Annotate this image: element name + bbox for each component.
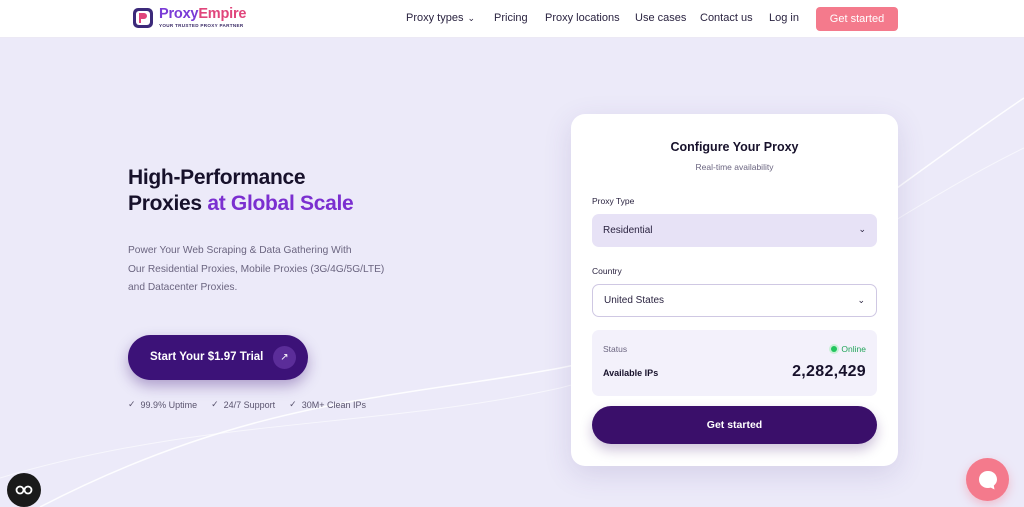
logo-mark-icon: [133, 8, 153, 28]
card-subtitle: Real-time availability: [695, 162, 774, 172]
proxy-type-select[interactable]: Residential ⌄: [592, 214, 877, 247]
nav-log-in[interactable]: Log in: [769, 12, 799, 24]
country-value: United States: [604, 295, 665, 306]
brand-name-part2: Empire: [198, 6, 247, 23]
brand-tagline: YOUR TRUSTED PROXY PARTNER: [159, 22, 244, 28]
chevron-down-icon: ⌄: [858, 224, 866, 234]
site-header: ProxyEmpire YOUR TRUSTED PROXY PARTNER P…: [0, 0, 1024, 38]
hero-title-line2-highlight: at Global Scale: [207, 192, 354, 215]
nav-proxy-types[interactable]: Proxy types ⌄: [406, 12, 475, 24]
status-badge: Online: [831, 344, 866, 354]
online-dot-icon: [831, 346, 838, 352]
chevron-down-icon: ⌄: [857, 295, 865, 305]
arrow-up-right-icon: ↗: [273, 346, 296, 369]
start-trial-label: Start Your $1.97 Trial: [150, 351, 264, 363]
hero-desc-line1: Power Your Web Scraping & Data Gathering…: [128, 245, 352, 256]
status-panel: Status Online Available IPs 2,282,429: [592, 330, 877, 396]
feature-label: 24/7 Support: [223, 399, 276, 410]
country-select[interactable]: United States ⌄: [592, 284, 877, 317]
nav-pricing[interactable]: Pricing: [494, 12, 528, 24]
nav-proxy-locations[interactable]: Proxy locations: [545, 12, 620, 24]
card-get-started-button[interactable]: Get started: [592, 406, 877, 444]
proxy-type-value: Residential: [603, 225, 653, 236]
feature-item: ✓ 99.9% Uptime: [128, 399, 197, 410]
proxy-type-label: Proxy Type: [592, 196, 635, 206]
accessibility-button[interactable]: [7, 473, 41, 507]
chevron-down-icon: ⌄: [467, 13, 476, 23]
hero-title: High-Performance Proxies at Global Scale: [128, 165, 354, 217]
chat-button[interactable]: [966, 458, 1009, 501]
hero-title-line2-part1: Proxies: [128, 192, 208, 215]
brand-name-part1: Proxy: [159, 6, 199, 23]
feature-item: ✓ 24/7 Support: [211, 399, 275, 410]
proxy-config-card: Configure Your Proxy Real-time availabil…: [571, 114, 898, 466]
feature-item: ✓ 30M+ Clean IPs: [289, 399, 366, 410]
header-get-started-button[interactable]: Get started: [816, 7, 898, 31]
feature-label: 30M+ Clean IPs: [301, 399, 367, 410]
nav-contact-us[interactable]: Contact us: [700, 12, 753, 24]
check-icon: ✓: [289, 399, 297, 409]
hero-title-line1: High-Performance: [128, 166, 306, 189]
hero-features: ✓ 99.9% Uptime ✓ 24/7 Support ✓ 30M+ Clean …: [128, 399, 366, 410]
chat-icon: [978, 470, 997, 489]
nav-use-cases[interactable]: Use cases: [635, 12, 686, 24]
status-label: Status: [603, 344, 628, 354]
hero-desc-line2: Our Residential Proxies, Mobile Proxies …: [128, 263, 385, 275]
hero-description: Power Your Web Scraping & Data Gathering…: [128, 242, 428, 298]
available-ips-label: Available IPs: [603, 368, 659, 378]
accessibility-icon: [15, 485, 33, 495]
nav-proxy-types-label: Proxy types: [406, 12, 464, 24]
check-icon: ✓: [211, 399, 219, 409]
available-ips-value: 2,282,429: [792, 363, 866, 380]
feature-label: 99.9% Uptime: [140, 399, 198, 410]
status-value: Online: [841, 344, 866, 354]
brand-logo[interactable]: ProxyEmpire YOUR TRUSTED PROXY PARTNER: [132, 7, 246, 29]
card-title: Configure Your Proxy: [670, 140, 799, 154]
country-label: Country: [592, 266, 622, 276]
check-icon: ✓: [128, 399, 136, 409]
hero-desc-line3: and Datacenter Proxies.: [128, 282, 238, 293]
